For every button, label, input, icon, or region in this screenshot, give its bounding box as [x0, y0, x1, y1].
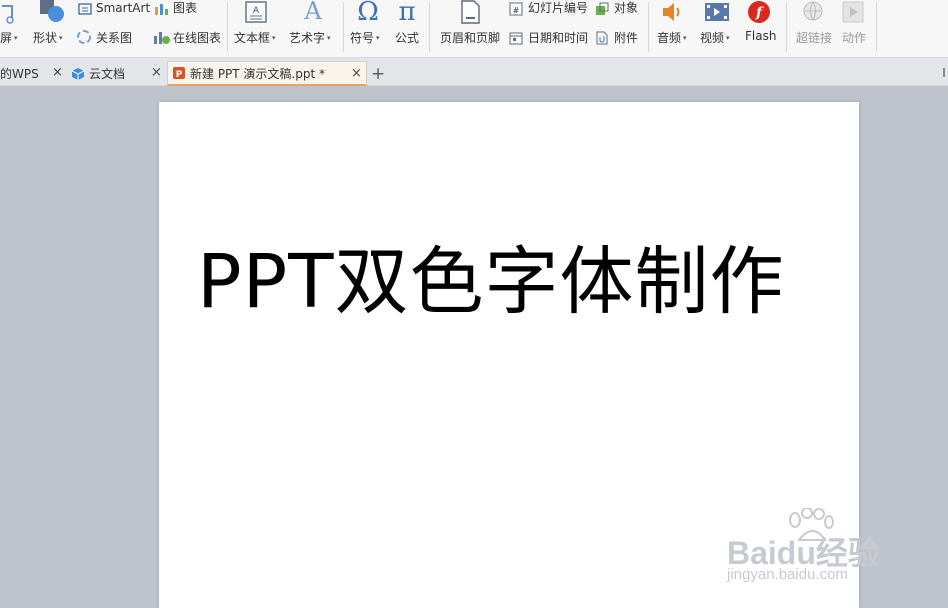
- chart-button[interactable]: 图表: [173, 1, 197, 15]
- tab-cloud-docs[interactable]: 云文档 ×: [66, 61, 166, 86]
- svg-text:#: #: [513, 6, 520, 15]
- tab-label: 云文档: [89, 67, 126, 81]
- attachment-icon: [595, 30, 609, 45]
- close-tab-icon[interactable]: ×: [52, 65, 63, 80]
- shape-button[interactable]: 形状 ▾: [33, 29, 63, 46]
- object-icon: [595, 1, 609, 15]
- tab-label: 新建 PPT 演示文稿.ppt *: [190, 66, 326, 81]
- header-footer-button[interactable]: 页眉和页脚: [440, 29, 500, 46]
- close-tab-icon[interactable]: ×: [151, 65, 162, 80]
- ribbon-separator: [648, 2, 649, 52]
- ribbon-separator: [876, 2, 877, 52]
- slide-number-button[interactable]: 幻灯片编号: [528, 1, 588, 15]
- baidu-watermark: Baidu经验 jingyan.baidu.com: [727, 508, 917, 588]
- tab-active-presentation[interactable]: P 新建 PPT 演示文稿.ppt * ×: [167, 61, 367, 86]
- online-chart-icon: [153, 29, 171, 45]
- ribbon-separator: [343, 2, 344, 52]
- cloud-cube-icon: [71, 67, 85, 81]
- formula-button[interactable]: 公式: [395, 29, 419, 46]
- svg-text:A: A: [253, 6, 260, 16]
- tab-label: 的WPS: [0, 67, 39, 81]
- omega-symbol-icon[interactable]: Ω: [355, 0, 381, 27]
- datetime-button[interactable]: 日期和时间: [528, 31, 588, 45]
- audio-speaker-icon[interactable]: [660, 0, 686, 24]
- relation-button[interactable]: 关系图: [96, 31, 132, 45]
- online-chart-button[interactable]: 在线图表: [173, 31, 221, 45]
- ribbon-toolbar: 屏 ▾ 形状 ▾ SmartArt 关系图 图表 在线图表 A 文本框 ▾ A 艺术字…: [0, 0, 948, 58]
- action-button[interactable]: 动作: [842, 29, 866, 46]
- document-tab-bar: 的WPS × 云文档 × P 新建 PPT 演示文稿.ppt * × +: [0, 58, 948, 86]
- attachment-button[interactable]: 附件: [614, 31, 638, 45]
- flash-button[interactable]: Flash: [745, 29, 776, 43]
- tab-wps-home[interactable]: 的WPS ×: [0, 61, 66, 86]
- hyperlink-globe-icon: [801, 0, 825, 24]
- relation-icon: [76, 29, 92, 45]
- screen-button[interactable]: 屏 ▾: [0, 29, 18, 46]
- svg-text:P: P: [176, 70, 183, 80]
- wordart-button[interactable]: 艺术字 ▾: [289, 29, 331, 46]
- calendar-icon: [509, 30, 523, 45]
- ribbon-separator: [227, 2, 228, 52]
- shape-icon[interactable]: [38, 0, 66, 24]
- wordart-icon[interactable]: A: [300, 0, 326, 25]
- smartart-button[interactable]: SmartArt: [96, 1, 150, 15]
- close-tab-icon[interactable]: ×: [351, 66, 362, 81]
- screenshot-icon[interactable]: [0, 2, 18, 24]
- chart-icon: [154, 1, 170, 15]
- slide-title-text[interactable]: PPT双色字体制作: [197, 222, 784, 329]
- ribbon-separator: [786, 2, 787, 52]
- svg-text:A: A: [303, 0, 322, 24]
- svg-text:π: π: [398, 0, 415, 24]
- header-footer-icon[interactable]: [459, 0, 481, 24]
- flash-icon[interactable]: f: [747, 0, 771, 24]
- object-button[interactable]: 对象: [614, 1, 638, 15]
- action-play-icon: [842, 1, 864, 23]
- new-tab-button[interactable]: +: [371, 61, 389, 86]
- slide-number-icon: #: [509, 1, 523, 16]
- hyperlink-button[interactable]: 超链接: [796, 29, 832, 46]
- smartart-icon: [77, 1, 93, 15]
- pi-formula-icon[interactable]: π: [394, 0, 420, 27]
- video-button[interactable]: 视频 ▾: [700, 29, 730, 46]
- audio-button[interactable]: 音频 ▾: [657, 29, 687, 46]
- textbox-button[interactable]: 文本框 ▾: [234, 29, 276, 46]
- video-film-icon[interactable]: [704, 1, 730, 23]
- textbox-icon[interactable]: A: [244, 0, 268, 24]
- tab-overflow-icon[interactable]: [943, 68, 948, 77]
- ppt-file-icon: P: [172, 66, 186, 80]
- symbol-button[interactable]: 符号 ▾: [350, 29, 380, 46]
- ribbon-separator: [429, 2, 430, 52]
- watermark-url: jingyan.baidu.com: [727, 566, 848, 583]
- svg-text:Ω: Ω: [357, 0, 379, 24]
